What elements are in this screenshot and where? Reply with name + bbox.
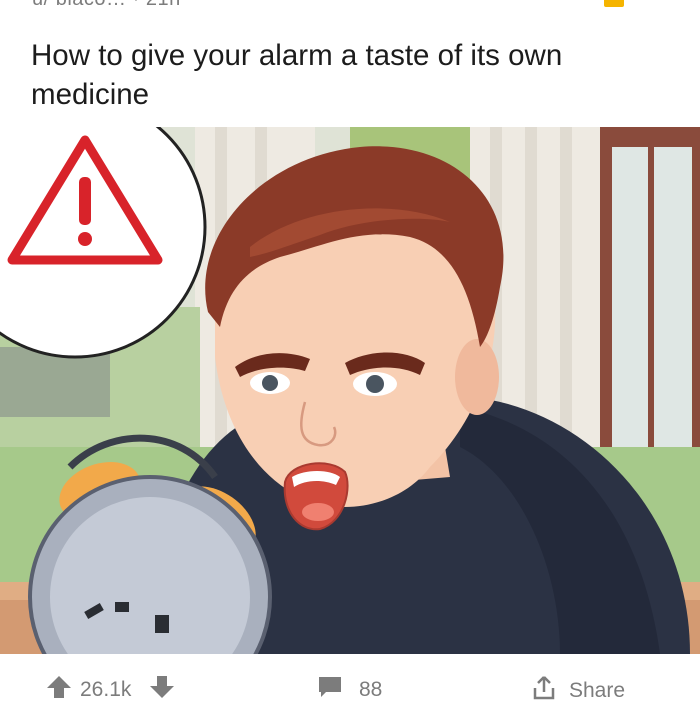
comments-button[interactable]: 88 bbox=[317, 675, 382, 705]
action-bar: 26.1k 88 Share bbox=[0, 655, 700, 722]
share-label: Share bbox=[569, 679, 626, 702]
upvote-icon[interactable] bbox=[46, 675, 72, 705]
share-icon bbox=[531, 675, 557, 707]
post-title[interactable]: How to give your alarm a taste of its ow… bbox=[31, 36, 671, 114]
comment-icon bbox=[317, 675, 343, 705]
share-button[interactable]: Share bbox=[531, 675, 625, 707]
downvote-icon[interactable] bbox=[149, 675, 175, 705]
post-meta[interactable]: u/ blaco… · 21h bbox=[32, 0, 181, 11]
top-bar: u/ blaco… · 21h bbox=[0, 0, 700, 18]
award-icon[interactable] bbox=[604, 0, 624, 7]
vote-group: 26.1k bbox=[46, 675, 175, 705]
wikihow-illustration bbox=[0, 127, 700, 654]
post-image[interactable] bbox=[0, 127, 700, 654]
comment-count: 88 bbox=[359, 678, 383, 701]
vote-count: 26.1k bbox=[80, 678, 132, 701]
